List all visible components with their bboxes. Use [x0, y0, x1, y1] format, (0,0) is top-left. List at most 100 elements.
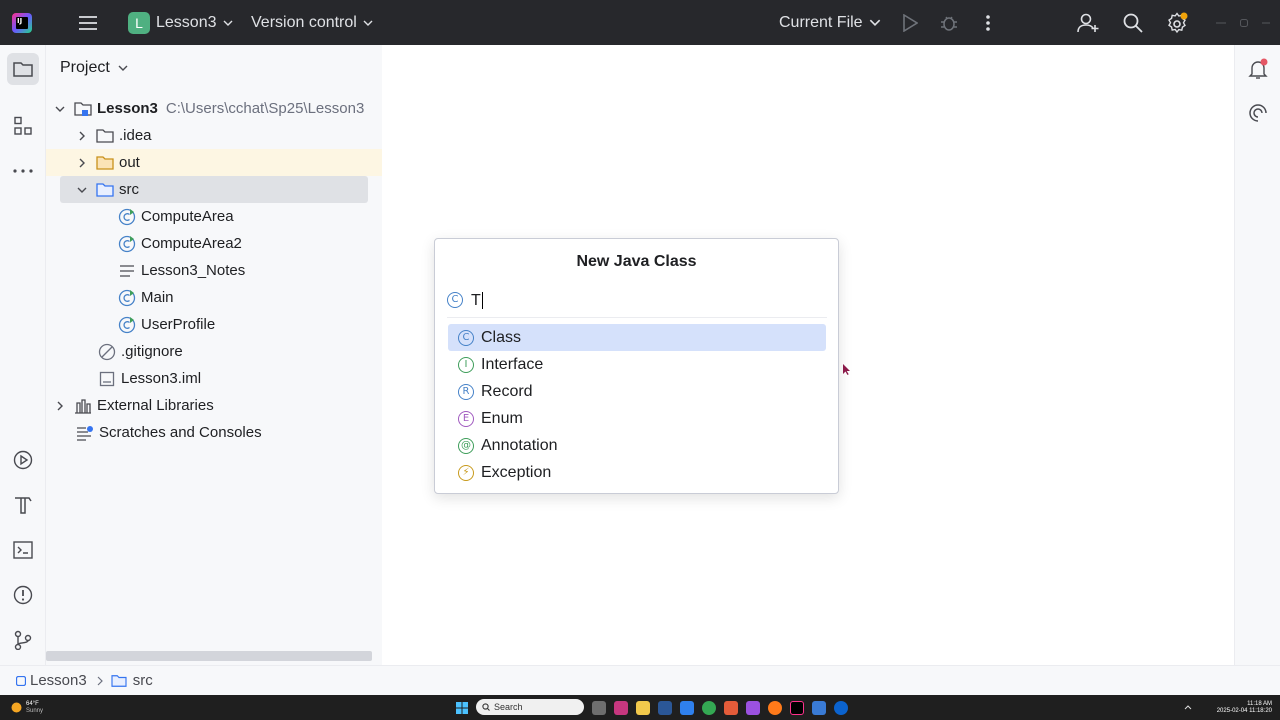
word-icon[interactable]: [658, 700, 672, 715]
project-widget[interactable]: L Lesson3: [128, 0, 233, 45]
option-enum[interactable]: E Enum: [448, 405, 826, 432]
clock-datetime: 2025-02-04 11:18:20: [1216, 707, 1272, 714]
tree-label: .idea: [119, 127, 152, 144]
tree-item-userprofile[interactable]: UserProfile: [118, 311, 215, 338]
task-view-icon[interactable]: [592, 700, 606, 715]
tree-item-idea[interactable]: .idea: [74, 122, 152, 149]
tree-item-lesson3-iml[interactable]: Lesson3.iml: [98, 365, 201, 392]
option-class[interactable]: C Class: [448, 324, 826, 351]
tree-label: UserProfile: [141, 316, 216, 333]
run-config-selector[interactable]: Current File: [779, 0, 881, 45]
option-record[interactable]: R Record: [448, 378, 826, 405]
tree-item-src[interactable]: src: [74, 176, 139, 203]
option-label: Enum: [481, 409, 523, 427]
chevron-down-icon[interactable]: [74, 187, 90, 193]
tray-chevron-up-icon[interactable]: [1184, 695, 1192, 720]
outlook-icon[interactable]: [680, 700, 694, 715]
app-icon[interactable]: [746, 700, 760, 715]
project-tool-folder-icon[interactable]: [7, 53, 39, 85]
chevron-right-icon: [97, 676, 103, 685]
breadcrumb-label: src: [132, 672, 153, 689]
breadcrumb-src[interactable]: src: [111, 672, 153, 689]
chevron-down-icon[interactable]: [52, 106, 68, 112]
chevron-right-icon[interactable]: [52, 401, 68, 411]
app-logo-icon[interactable]: IJ: [12, 0, 32, 45]
project-panel-header[interactable]: Project: [60, 59, 128, 77]
scratches-icon: [76, 424, 94, 442]
tree-label: Lesson3: [97, 100, 158, 117]
windows-start-icon[interactable]: [456, 695, 468, 720]
terminal-icon[interactable]: [7, 534, 39, 566]
taskbar-apps: [592, 695, 848, 720]
app-icon[interactable]: [812, 700, 826, 715]
chevron-down-icon: [223, 20, 232, 26]
tree-item-lesson3-notes[interactable]: Lesson3_Notes: [118, 257, 245, 284]
class-icon: C: [458, 329, 474, 346]
settings-gear-icon[interactable]: [1167, 0, 1189, 45]
version-control-widget[interactable]: Version control: [251, 0, 373, 45]
maximize-icon[interactable]: [1240, 0, 1248, 45]
close-window-icon[interactable]: [1262, 0, 1270, 45]
weather-temp: 64°F: [26, 700, 39, 707]
tree-item-main[interactable]: Main: [118, 284, 174, 311]
run-icon[interactable]: [902, 0, 918, 45]
firefox-icon[interactable]: [768, 700, 782, 715]
module-folder-icon: [74, 100, 92, 118]
minimize-icon[interactable]: [1216, 0, 1226, 45]
chevron-right-icon[interactable]: [74, 131, 90, 141]
run-tool-icon[interactable]: [7, 444, 39, 476]
problems-icon[interactable]: [7, 579, 39, 611]
option-exception[interactable]: ⚡ Exception: [448, 459, 826, 486]
build-hammer-icon[interactable]: [7, 489, 39, 521]
more-actions-icon[interactable]: [985, 0, 991, 45]
git-branch-icon[interactable]: [7, 624, 39, 656]
sun-icon: [11, 702, 22, 713]
option-label: Interface: [481, 355, 544, 373]
project-name: Lesson3: [156, 13, 217, 31]
tree-item-computearea[interactable]: ComputeArea: [118, 203, 234, 230]
search-icon[interactable]: [1123, 0, 1143, 45]
tree-item-external-libraries[interactable]: External Libraries: [52, 392, 214, 419]
chevron-right-icon[interactable]: [74, 158, 90, 168]
horizontal-scrollbar[interactable]: [46, 651, 372, 661]
project-panel: Project Lesson3 C:\Users\cchat\Sp25\Less…: [46, 45, 382, 665]
chrome-icon[interactable]: [702, 700, 716, 715]
class-kind-icon: C: [447, 292, 463, 308]
tree-item-lesson3[interactable]: Lesson3 C:\Users\cchat\Sp25\Lesson3: [52, 95, 364, 122]
tree-item-gitignore[interactable]: .gitignore: [98, 338, 183, 365]
ai-assistant-icon[interactable]: [1242, 97, 1274, 129]
app-icon[interactable]: [724, 700, 738, 715]
tree-path: C:\Users\cchat\Sp25\Lesson3: [165, 100, 365, 117]
tree-item-out[interactable]: out: [74, 149, 140, 176]
intellij-icon[interactable]: [790, 700, 804, 715]
structure-icon[interactable]: [7, 110, 39, 142]
tree-item-computearea2[interactable]: ComputeArea2: [118, 230, 242, 257]
tree-item-scratches[interactable]: Scratches and Consoles: [76, 419, 262, 446]
exception-icon: ⚡: [458, 464, 474, 481]
debug-icon[interactable]: [940, 0, 958, 45]
main-menu-icon[interactable]: [78, 0, 98, 45]
source-folder-icon: [96, 181, 114, 199]
app-icon[interactable]: [834, 700, 848, 715]
search-icon: [482, 703, 490, 711]
search-placeholder: Search: [494, 702, 523, 712]
clock[interactable]: 11:18 AM 2025-02-04 11:18:20: [1198, 695, 1272, 720]
text-file-icon: [118, 262, 136, 280]
run-config-label: Current File: [779, 13, 863, 31]
option-annotation[interactable]: @ Annotation: [448, 432, 826, 459]
notifications-bell-icon[interactable]: [1242, 53, 1274, 85]
tree-label: ComputeArea: [141, 208, 234, 225]
taskbar-search[interactable]: Search: [476, 699, 584, 715]
class-name-input[interactable]: C T: [447, 285, 827, 315]
interface-icon: I: [458, 356, 474, 373]
java-class-main-icon: [118, 289, 136, 307]
file-explorer-icon[interactable]: [636, 700, 650, 715]
more-tools-icon[interactable]: [7, 155, 39, 187]
breadcrumb-lesson3[interactable]: Lesson3: [16, 672, 87, 689]
add-user-icon[interactable]: [1077, 0, 1099, 45]
record-icon: R: [458, 383, 474, 400]
copilot-icon[interactable]: [614, 700, 628, 715]
weather-widget[interactable]: 64°F Sunny: [10, 695, 43, 720]
option-interface[interactable]: I Interface: [448, 351, 826, 378]
clock-time: 11:18 AM: [1247, 700, 1272, 707]
